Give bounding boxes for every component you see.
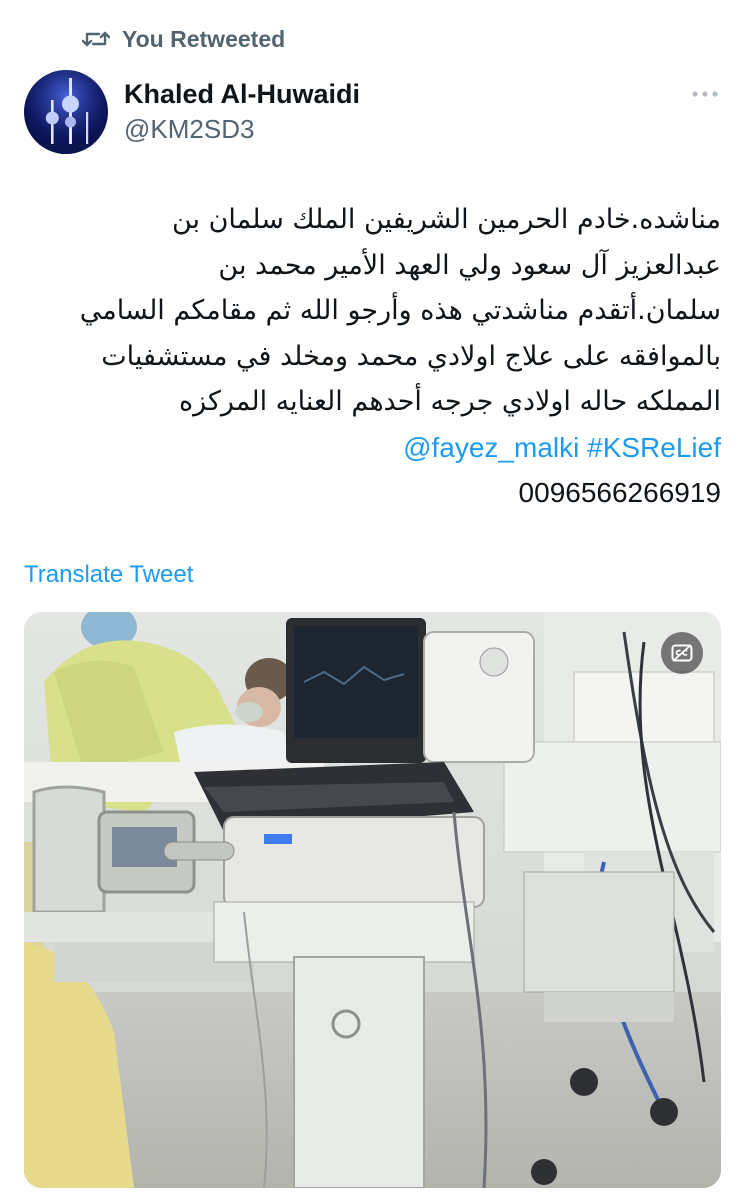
avatar[interactable] [24, 70, 108, 154]
retweet-banner: You Retweeted [81, 24, 286, 54]
kuwait-towers-avatar [24, 70, 108, 154]
author-name[interactable]: Khaled Al-Huwaidi [124, 79, 360, 110]
more-dots-icon[interactable] [690, 84, 720, 104]
retweet-icon [81, 27, 111, 51]
hashtag-link[interactable]: #KSReLief [587, 432, 721, 463]
tweet-text-line: عبدالعزيز آل سعود ولي العهد الأمير محمد … [218, 249, 721, 281]
tweet-text-line: المملكه حاله اولادي جرجه أحدهم العنايه ا… [178, 386, 721, 417]
tweet-links-line: @fayez_malki #KSReLief [24, 425, 721, 471]
tweet-text-line: مناشده.خادم الحرمين الشريفين الملك سلمان… [171, 204, 721, 235]
tweet-text: مناشده.خادم الحرمين الشريفين الملك سلمان… [24, 197, 721, 516]
tweet-text-line: سلمان.أتقدم مناشدتي هذه وأرجو الله ثم مق… [79, 295, 721, 326]
tweet-text-line: بالموافقه على علاج اولادي محمد ومخلد في … [101, 340, 721, 372]
translate-tweet-link[interactable]: Translate Tweet [24, 561, 193, 589]
closed-captions-icon[interactable] [661, 632, 703, 674]
phone-number: 0096566266919 [518, 477, 721, 508]
retweet-label: You Retweeted [122, 25, 286, 52]
tweet-media-image[interactable] [24, 612, 721, 1188]
hospital-scene-image [24, 612, 721, 1188]
author-handle[interactable]: @KM2SD3 [124, 114, 254, 145]
mention-link[interactable]: @fayez_malki [403, 432, 579, 463]
